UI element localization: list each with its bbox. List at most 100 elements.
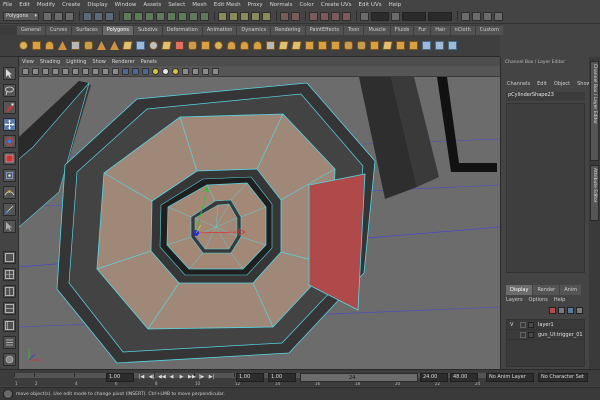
play-forwards-button[interactable]: ▶ <box>178 374 185 381</box>
poly-platonic-icon[interactable] <box>161 39 172 52</box>
menu-window[interactable]: Window <box>115 2 137 8</box>
select-tool-icon[interactable] <box>3 67 16 80</box>
camera-attributes-icon[interactable] <box>32 67 39 75</box>
menu-assets[interactable]: Assets <box>143 2 161 8</box>
menu-set-dropdown[interactable]: Polygons ▾ <box>3 11 39 21</box>
layer-visibility-toggle[interactable]: V <box>510 322 516 328</box>
mask-surfaces-icon[interactable] <box>156 11 165 21</box>
menu-proxy[interactable]: Proxy <box>248 2 263 8</box>
viewport-menu-shading[interactable]: Shading <box>40 59 60 65</box>
anim-layer-dropdown[interactable]: No Anim Layer <box>486 373 534 382</box>
combine-icon[interactable] <box>174 39 185 52</box>
tab-ncloth[interactable]: nCloth <box>450 26 475 35</box>
render-settings-icon[interactable] <box>342 11 351 21</box>
poly-helix-icon[interactable] <box>135 39 146 52</box>
layout-four-pane-icon[interactable] <box>3 268 16 281</box>
render-view-icon[interactable] <box>309 11 318 21</box>
film-gate-icon[interactable] <box>72 67 79 75</box>
universal-manipulator-icon[interactable] <box>3 169 16 182</box>
layer-name[interactable]: gun_UI:trigger_01 <box>538 332 583 338</box>
current-frame-field[interactable]: 1.00 <box>106 373 134 382</box>
menu-color[interactable]: Color <box>299 2 313 8</box>
sculpt-geometry-icon[interactable] <box>304 39 315 52</box>
new-empty-layer-icon[interactable] <box>558 307 565 314</box>
paint-select-tool-icon[interactable] <box>3 101 16 114</box>
show-manipulator-icon[interactable] <box>3 203 16 216</box>
menu-modify[interactable]: Modify <box>37 2 55 8</box>
last-tool-icon[interactable] <box>3 220 16 233</box>
snap-grid-icon[interactable] <box>218 11 227 21</box>
fill-hole-icon[interactable] <box>278 39 289 52</box>
layout-outliner-icon[interactable] <box>3 336 16 349</box>
mask-curves-icon[interactable] <box>145 11 154 21</box>
layer-menu-layers[interactable]: Layers <box>506 297 523 305</box>
menu-display[interactable]: Display <box>87 2 107 8</box>
mask-dynamics-icon[interactable] <box>178 11 187 21</box>
show-modeling-toolkit-icon[interactable] <box>461 11 470 21</box>
xray-icon[interactable] <box>192 67 199 75</box>
tab-custom[interactable]: Custom <box>475 26 503 35</box>
move-tool-icon[interactable] <box>3 118 16 131</box>
mask-rendering-icon[interactable] <box>189 11 198 21</box>
bookmarks-icon[interactable] <box>42 67 49 75</box>
poly-cone-icon[interactable] <box>57 39 68 52</box>
shadows-icon[interactable] <box>172 67 179 75</box>
playback-end-field[interactable]: 24.00 <box>420 373 448 382</box>
layer-menu-help[interactable]: Help <box>554 297 565 305</box>
step-back-key-button[interactable]: ◀| <box>148 374 155 381</box>
mirror-geometry-icon[interactable] <box>265 39 276 52</box>
tab-dynamics[interactable]: Dynamics <box>237 26 271 35</box>
lock-icon[interactable] <box>391 11 400 21</box>
tab-muscle[interactable]: Muscle <box>364 26 390 35</box>
tab-hair[interactable]: Hair <box>431 26 450 35</box>
select-component-icon[interactable] <box>105 11 114 21</box>
animation-end-field[interactable]: 48.00 <box>450 373 478 382</box>
tab-toon[interactable]: Toon <box>343 26 364 35</box>
poly-pyramid-icon[interactable] <box>109 39 120 52</box>
step-forward-frame-button[interactable]: ▶▶ <box>188 374 196 381</box>
save-scene-icon[interactable] <box>65 11 74 21</box>
tab-fur[interactable]: Fur <box>414 26 431 35</box>
poly-cylinder-icon[interactable] <box>44 39 55 52</box>
render-current-frame-icon[interactable] <box>320 11 329 21</box>
input-field-3[interactable] <box>428 11 452 21</box>
use-all-lights-icon[interactable] <box>162 67 169 75</box>
layer-row[interactable]: gun_UI:trigger_01 <box>507 330 584 340</box>
poly-torus-icon[interactable] <box>83 39 94 52</box>
tab-channel-box-layer-editor[interactable]: Channel Box / Layer Editor <box>590 61 599 161</box>
planar-mapping-icon[interactable] <box>421 39 432 52</box>
viewport-menu-panels[interactable]: Panels <box>141 59 157 65</box>
layer-playback-toggle[interactable] <box>520 321 526 328</box>
tab-rendering[interactable]: Rendering <box>271 26 305 35</box>
resolution-gate-icon[interactable] <box>82 67 89 75</box>
viewport-menu-renderer[interactable]: Renderer <box>112 59 135 65</box>
show-tool-settings-icon[interactable] <box>483 11 492 21</box>
input-mode-icon[interactable] <box>360 11 369 21</box>
menu-select[interactable]: Select <box>168 2 185 8</box>
scale-tool-icon[interactable] <box>3 152 16 165</box>
tab-polygons[interactable]: Polygons <box>102 26 133 35</box>
field-chart-icon[interactable] <box>102 67 109 75</box>
menu-create[interactable]: Create <box>62 2 80 8</box>
tab-painteffects[interactable]: PaintEffects <box>305 26 343 35</box>
tab-attribute-editor[interactable]: Attribute Editor <box>590 165 599 221</box>
tab-general[interactable]: General <box>17 26 45 35</box>
move-layer-up-icon[interactable] <box>567 307 574 314</box>
layer-name[interactable]: layer1 <box>538 322 554 328</box>
rotate-tool-icon[interactable] <box>3 135 16 148</box>
play-backwards-button[interactable]: ◀ <box>168 374 175 381</box>
layer-menu-options[interactable]: Options <box>529 297 548 305</box>
lasso-tool-icon[interactable] <box>3 84 16 97</box>
layout-persp-outliner-icon[interactable] <box>3 319 16 332</box>
boolean-difference-icon[interactable] <box>239 39 250 52</box>
soft-modification-tool-icon[interactable] <box>3 186 16 199</box>
selected-object-name[interactable]: pCylinderShape23 <box>506 92 585 101</box>
menu-file[interactable]: File <box>3 2 12 8</box>
menu-mesh[interactable]: Mesh <box>192 2 206 8</box>
grid-icon[interactable] <box>62 67 69 75</box>
split-polygon-icon[interactable] <box>356 39 367 52</box>
open-scene-icon[interactable] <box>54 11 63 21</box>
channel-box-menu-object[interactable]: Object <box>554 81 570 89</box>
snap-curve-icon[interactable] <box>229 11 238 21</box>
high-quality-icon[interactable] <box>212 67 219 75</box>
